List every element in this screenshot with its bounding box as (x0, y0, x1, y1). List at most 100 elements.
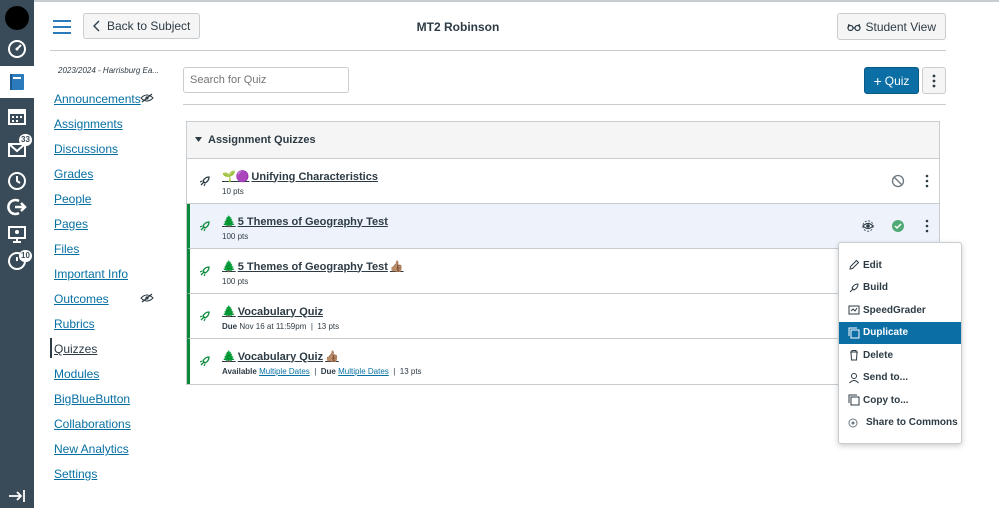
quiz-name: Vocabulary Quiz (237, 350, 324, 363)
active-indicator (50, 338, 52, 358)
speedgrader-icon (848, 305, 860, 315)
course-nav-people[interactable]: People (54, 192, 91, 206)
rocket-icon (199, 175, 211, 187)
course-nav-pages[interactable]: Pages (54, 217, 88, 231)
kebab-icon (925, 219, 929, 233)
menu-item-duplicate[interactable]: Duplicate (839, 321, 961, 344)
avatar (5, 6, 29, 30)
quiz-name: Vocabulary Quiz (237, 305, 324, 318)
course-nav-collaborations[interactable]: Collaborations (54, 417, 131, 431)
eye-slash-icon (140, 93, 154, 103)
menu-item-edit[interactable]: Edit (839, 254, 961, 277)
kebab-icon (932, 74, 936, 87)
due-dates-link[interactable]: Multiple Dates (338, 367, 389, 376)
quiz-actions-menu: Edit Build SpeedGrader Duplicate Delete … (838, 242, 962, 444)
student-view-button[interactable]: Student View (836, 13, 946, 40)
due-label: Due (222, 322, 238, 331)
course-nav-assignments[interactable]: Assignments (54, 117, 123, 131)
menu-item-speedgrader[interactable]: SpeedGrader (839, 299, 961, 322)
page-title: MT2 Robinson (416, 20, 500, 34)
course-nav-grades[interactable]: Grades (54, 167, 93, 181)
quiz-group-header[interactable]: Assignment Quizzes (187, 122, 939, 159)
menu-item-label: Build (863, 282, 888, 294)
course-nav-announcements[interactable]: Announcements (54, 92, 141, 106)
quiz-meta: Available Multiple Dates | Due Multiple … (222, 367, 422, 376)
quiz-title-link[interactable]: 🌲 Vocabulary Quiz (222, 305, 324, 319)
help-nav[interactable]: 10 (0, 245, 34, 277)
menu-item-label: SpeedGrader (863, 304, 926, 316)
menu-item-copy-to[interactable]: Copy to... (839, 389, 961, 412)
page-header: Back to Subject MT2 Robinson Student Vie… (34, 0, 999, 50)
inbox-badge: 33 (19, 134, 32, 146)
quiz-points: 100 pts (222, 277, 249, 286)
course-nav-quizzes[interactable]: Quizzes (54, 342, 97, 356)
rocket-icon (199, 265, 211, 277)
duplicate-icon (848, 327, 860, 339)
quiz-title-link[interactable]: 🌲 5 Themes of Geography Test 👍🏽 (222, 260, 404, 274)
unpublished-icon[interactable] (891, 174, 905, 188)
title-emoji: 🌲 (222, 306, 236, 318)
published-check-icon[interactable] (891, 219, 905, 233)
account-avatar[interactable] (0, 2, 34, 34)
quiz-kebab-button[interactable] (925, 174, 929, 188)
add-quiz-label: Quiz (884, 73, 910, 88)
course-nav-important-info[interactable]: Important Info (54, 267, 128, 281)
due-label: Due (320, 367, 336, 376)
quiz-kebab-button[interactable] (925, 219, 929, 233)
quiz-points: 10 pts (222, 187, 244, 196)
visibility-icon[interactable] (862, 220, 874, 232)
dashboard-icon (8, 40, 26, 58)
pencil-icon (849, 260, 860, 270)
quiz-row: 🌲 Vocabulary Quiz Due Nov 16 at 11:59pm … (187, 294, 939, 339)
quiz-title-link[interactable]: 🌲 Vocabulary Quiz 👍🏽 (222, 350, 339, 364)
dashboard-nav[interactable] (0, 33, 34, 65)
course-nav-outcomes[interactable]: Outcomes (54, 292, 109, 306)
calendar-icon (8, 109, 26, 125)
menu-item-label: Duplicate (863, 327, 909, 339)
quiz-title-link[interactable]: 🌲 5 Themes of Geography Test (222, 215, 388, 229)
available-label: Available (222, 367, 257, 376)
toolbar-divider (183, 104, 946, 105)
course-nav-rubrics[interactable]: Rubrics (54, 317, 95, 331)
rocket-icon (849, 283, 859, 293)
user-icon (849, 372, 859, 384)
available-dates-link[interactable]: Multiple Dates (259, 367, 310, 376)
courses-nav[interactable] (0, 66, 34, 98)
menu-item-delete[interactable]: Delete (839, 344, 961, 367)
search-quiz-input[interactable] (183, 67, 349, 93)
plus-icon: + (873, 72, 882, 89)
quiz-options-button[interactable] (922, 67, 946, 94)
title-suffix-emoji: 👍🏽 (325, 351, 339, 363)
global-nav: 33 10 (0, 0, 34, 508)
menu-item-label: Copy to... (863, 394, 909, 406)
quiz-name: Unifying Characteristics (251, 170, 378, 183)
title-emoji: 🌲 (222, 216, 236, 228)
quiz-points: 13 pts (399, 367, 422, 376)
courses-icon (10, 74, 24, 90)
course-nav-discussions[interactable]: Discussions (54, 142, 118, 156)
commons-icon (7, 198, 27, 216)
glasses-icon (846, 23, 861, 31)
menu-item-label: Send to... (863, 372, 908, 384)
menu-item-send-to[interactable]: Send to... (839, 367, 961, 390)
add-quiz-button[interactable]: + Quiz (864, 67, 919, 94)
quiz-row: 🌱🟣 Unifying Characteristics 10 pts (187, 159, 939, 204)
course-nav-settings[interactable]: Settings (54, 467, 97, 481)
kebab-icon (925, 174, 929, 188)
rocket-icon (199, 310, 211, 322)
inbox-nav[interactable]: 33 (0, 133, 34, 165)
quiz-title-link[interactable]: 🌱🟣 Unifying Characteristics (222, 170, 378, 184)
course-nav-modules[interactable]: Modules (54, 367, 99, 381)
menu-item-share-to-commons[interactable]: Share to Commons (839, 412, 961, 435)
presentation-icon (8, 226, 26, 243)
calendar-nav[interactable] (0, 100, 34, 132)
course-nav-bigbluebutton[interactable]: BigBlueButton (54, 392, 130, 406)
due-value: Nov 16 at 11:59pm (239, 322, 307, 331)
menu-item-build[interactable]: Build (839, 277, 961, 300)
clock-icon (8, 172, 26, 190)
course-nav-new-analytics[interactable]: New Analytics (54, 442, 129, 456)
collapse-nav-button[interactable] (0, 480, 34, 508)
quiz-name: 5 Themes of Geography Test (237, 215, 388, 228)
course-nav-files[interactable]: Files (54, 242, 79, 256)
caret-down-icon (195, 137, 202, 142)
